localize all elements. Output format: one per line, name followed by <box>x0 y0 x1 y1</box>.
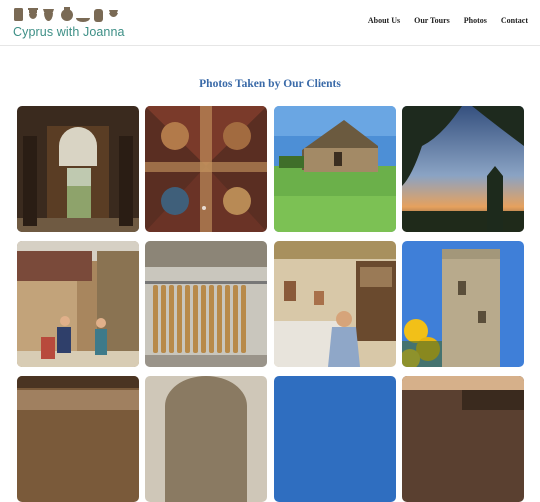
photo-wine-cellar[interactable] <box>402 376 524 502</box>
photo-stone-church[interactable] <box>274 106 396 232</box>
nav-contact[interactable]: Contact <box>501 16 528 25</box>
photo-sunset-pines[interactable] <box>402 106 524 232</box>
main-nav: About Us Our Tours Photos Contact <box>354 16 528 25</box>
site-logo[interactable]: Cyprus with Joanna <box>12 6 125 40</box>
photo-restaurant[interactable] <box>17 376 139 502</box>
brand-name: Cyprus with Joanna <box>13 25 125 39</box>
nav-our-tours[interactable]: Our Tours <box>414 16 450 25</box>
photo-craft-workshop[interactable] <box>274 241 396 367</box>
site-header: Cyprus with Joanna About Us Our Tours Ph… <box>0 0 540 46</box>
photo-stone-tower[interactable] <box>402 241 524 367</box>
photo-frescoes[interactable] <box>145 106 267 232</box>
page-title: Photos Taken by Our Clients <box>199 78 341 90</box>
photo-stone-cellar[interactable] <box>145 376 267 502</box>
photo-blue-sky[interactable] <box>274 376 396 502</box>
photo-village-street[interactable] <box>17 241 139 367</box>
nav-about-us[interactable]: About Us <box>368 16 400 25</box>
nav-photos[interactable]: Photos <box>464 16 487 25</box>
pottery-icons <box>14 7 118 22</box>
photo-hanging-sweets[interactable] <box>145 241 267 367</box>
photo-archway[interactable] <box>17 106 139 232</box>
